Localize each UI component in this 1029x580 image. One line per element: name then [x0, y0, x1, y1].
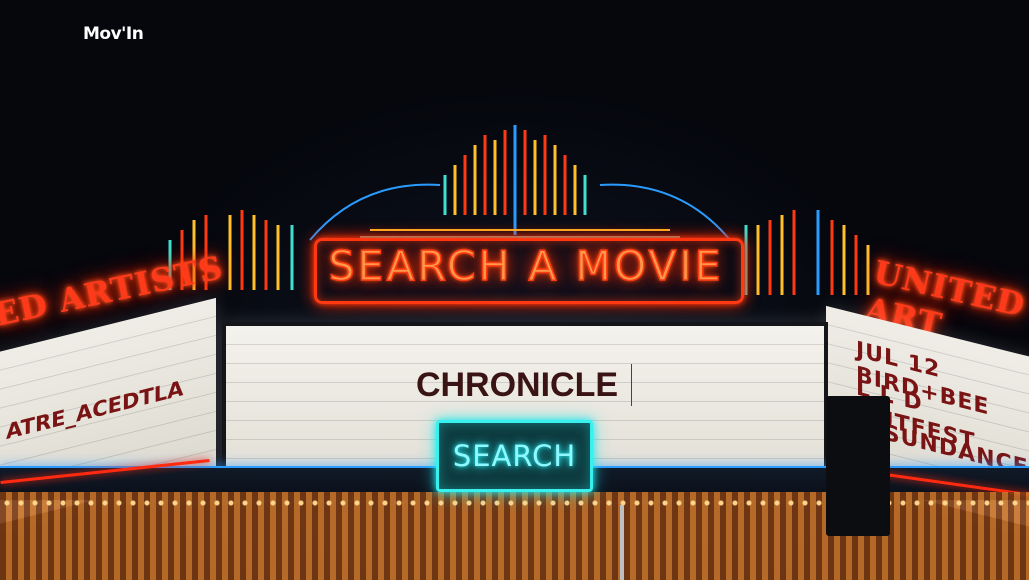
- app-root: Mov'In ED ARTISTS UNITED ART SEARCH A MO…: [0, 0, 1029, 580]
- app-logo[interactable]: Mov'In: [83, 24, 144, 44]
- street-pole: [620, 505, 624, 580]
- page-title: SEARCH A MOVIE: [328, 241, 724, 291]
- board-left-text: ATRE_ACEDTLA: [6, 375, 184, 445]
- text-cursor: [631, 364, 632, 406]
- search-input[interactable]: [372, 362, 662, 408]
- neon-tubes-right: [744, 210, 870, 295]
- search-button[interactable]: SEARCH: [436, 420, 593, 492]
- traffic-light-silhouette: [826, 396, 890, 536]
- neon-arch-decoration: [309, 183, 731, 241]
